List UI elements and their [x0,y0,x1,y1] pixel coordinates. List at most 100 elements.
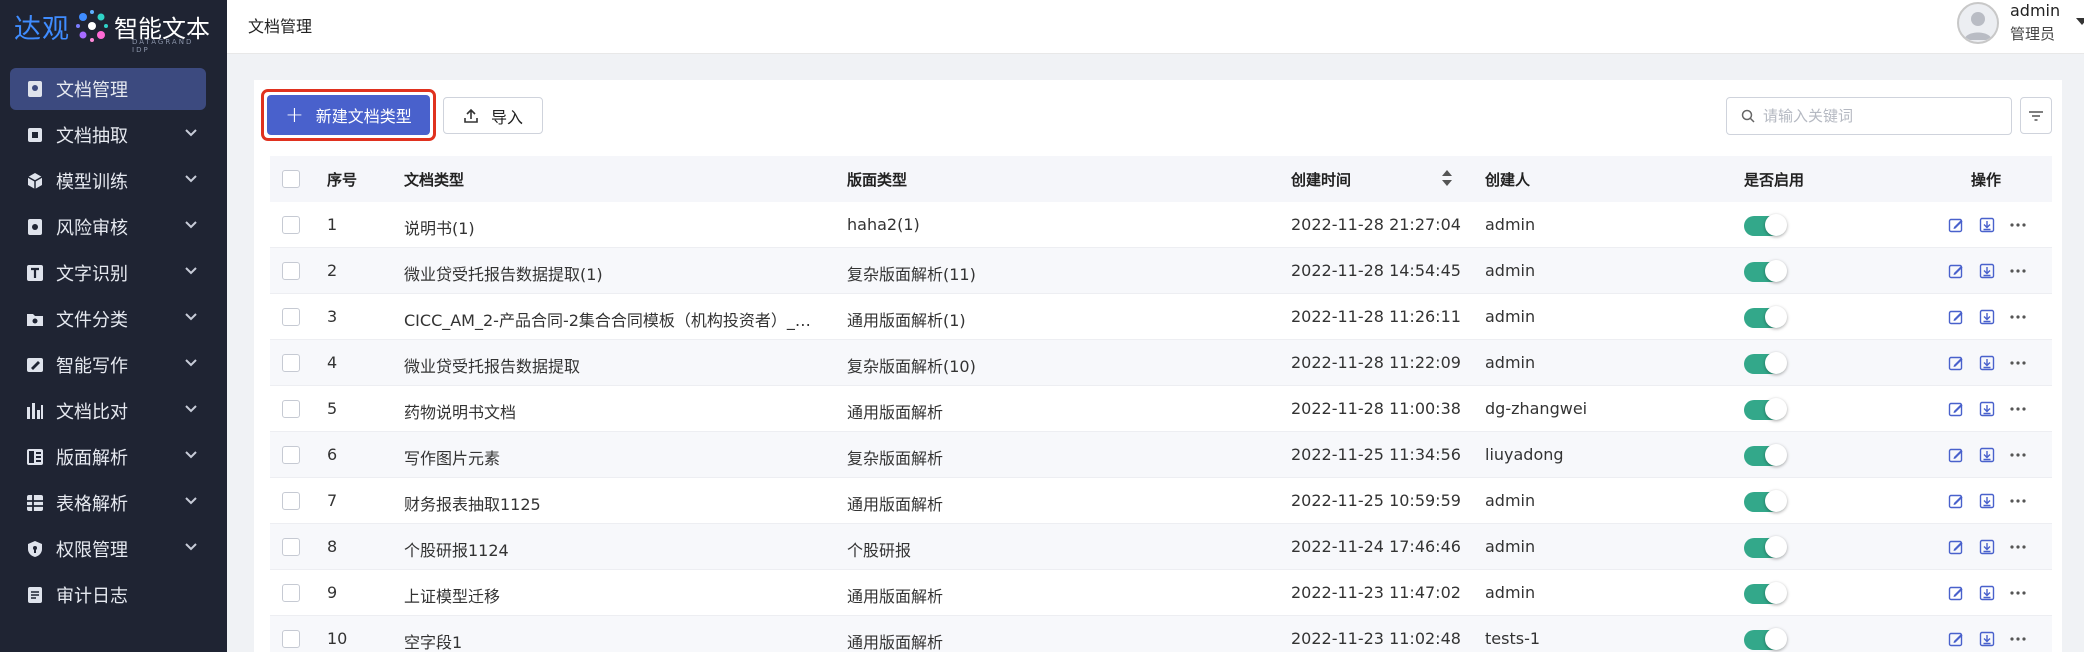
enabled-toggle[interactable] [1744,582,1787,604]
edit-icon[interactable] [1946,491,1966,511]
row-checkbox[interactable] [282,538,300,556]
download-icon[interactable] [1977,445,1997,465]
sidebar-item-label: 风险审核 [56,218,128,239]
table-row: 8 个股研报1124 个股研报 2022-11-24 17:46:46 admin [270,524,2052,570]
row-checkbox[interactable] [282,584,300,602]
avatar[interactable] [1957,2,1999,44]
chevron-down-icon [185,129,197,137]
row-checkbox[interactable] [282,492,300,510]
toggle-knob [1765,444,1787,466]
sidebar-item-permission[interactable]: 权限管理 [10,528,206,570]
cell-created-time: 2022-11-23 11:47:02 [1291,583,1461,602]
cell-doc-type[interactable]: 财务报表抽取1125 [404,491,816,515]
more-icon[interactable] [2008,629,2028,649]
caret-down-icon[interactable] [2076,18,2084,25]
select-all-checkbox[interactable] [282,170,300,188]
cell-layout-type: haha2(1) [847,215,920,234]
row-checkbox[interactable] [282,446,300,464]
row-checkbox[interactable] [282,262,300,280]
cell-doc-type[interactable]: 个股研报1124 [404,537,816,561]
sidebar-item-doc-manage[interactable]: 文档管理 [10,68,206,110]
download-icon[interactable] [1977,491,1997,511]
user-name[interactable]: admin [2010,1,2060,20]
edit-icon[interactable] [1946,445,1966,465]
cell-doc-type[interactable]: 写作图片元素 [404,445,816,469]
edit-icon[interactable] [1946,583,1966,603]
edit-icon[interactable] [1946,353,1966,373]
sort-icon[interactable] [1441,168,1453,188]
cell-layout-type: 通用版面解析 [847,495,944,514]
row-checkbox[interactable] [282,354,300,372]
enabled-toggle[interactable] [1744,352,1787,374]
download-icon[interactable] [1977,261,1997,281]
download-icon[interactable] [1977,583,1997,603]
cell-doc-type[interactable]: 说明书(1) [404,215,816,239]
edit-icon[interactable] [1946,307,1966,327]
sidebar-item-text-recognition[interactable]: 文字识别 [10,252,206,294]
sidebar-item-label: 权限管理 [56,540,128,561]
more-icon[interactable] [2008,399,2028,419]
logo: 达观 智能文本 DATAGRAND IDP [14,4,214,54]
download-icon[interactable] [1977,537,1997,557]
new-doc-type-button[interactable]: + 新建文档类型 [267,95,430,135]
enabled-toggle[interactable] [1744,490,1787,512]
more-icon[interactable] [2008,353,2028,373]
cell-doc-type[interactable]: 药物说明书文档 [404,399,816,423]
sidebar-item-layout-parse[interactable]: 版面解析 [10,436,206,478]
top-bar: 文档管理 admin 管理员 [227,0,2084,54]
sidebar-item-table-parse[interactable]: 表格解析 [10,482,206,524]
download-icon[interactable] [1977,353,1997,373]
sidebar-item-audit-log[interactable]: 审计日志 [10,574,206,616]
enabled-toggle[interactable] [1744,536,1787,558]
sidebar-item-model-training[interactable]: 模型训练 [10,160,206,202]
edit-icon[interactable] [1946,629,1966,649]
download-icon[interactable] [1977,307,1997,327]
enabled-toggle[interactable] [1744,398,1787,420]
cell-doc-type[interactable]: 上证模型迁移 [404,583,816,607]
more-icon[interactable] [2008,445,2028,465]
more-icon[interactable] [2008,261,2028,281]
filter-icon [2029,110,2043,121]
search-input[interactable] [1763,107,2003,125]
col-header-created-time[interactable]: 创建时间 [1291,169,1351,190]
enabled-toggle[interactable] [1744,260,1787,282]
filter-button[interactable] [2020,97,2052,134]
row-checkbox[interactable] [282,216,300,234]
cell-doc-type[interactable]: 微业贷受托报告数据提取(1) [404,261,816,285]
text-recognition-icon [24,262,46,284]
download-icon[interactable] [1977,399,1997,419]
import-button[interactable]: 导入 [443,97,543,134]
cell-doc-type[interactable]: 微业贷受托报告数据提取 [404,353,816,377]
cell-creator: admin [1485,583,1536,602]
more-icon[interactable] [2008,215,2028,235]
sidebar-item-doc-extract[interactable]: 文档抽取 [10,114,206,156]
edit-icon[interactable] [1946,399,1966,419]
chevron-down-icon [185,405,197,413]
enabled-toggle[interactable] [1744,214,1787,236]
more-icon[interactable] [2008,583,2028,603]
sidebar-item-smart-writing[interactable]: 智能写作 [10,344,206,386]
cell-doc-type[interactable]: CICC_AM_2-产品合同-2集合合同模板（机构投资者）_2... [404,307,816,331]
cube-icon [24,170,46,192]
download-icon[interactable] [1977,215,1997,235]
enabled-toggle[interactable] [1744,444,1787,466]
more-icon[interactable] [2008,307,2028,327]
sidebar-item-risk-review[interactable]: 风险审核 [10,206,206,248]
edit-icon[interactable] [1946,261,1966,281]
cell-doc-type[interactable]: 空字段1 [404,629,816,652]
row-checkbox[interactable] [282,308,300,326]
cell-creator: admin [1485,491,1536,510]
more-icon[interactable] [2008,537,2028,557]
row-checkbox[interactable] [282,630,300,648]
enabled-toggle[interactable] [1744,306,1787,328]
sidebar-item-file-classify[interactable]: 文件分类 [10,298,206,340]
edit-icon[interactable] [1946,537,1966,557]
enabled-toggle[interactable] [1744,628,1787,650]
more-icon[interactable] [2008,491,2028,511]
document-manage-icon [24,78,46,100]
chevron-down-icon [185,267,197,275]
edit-icon[interactable] [1946,215,1966,235]
sidebar-item-doc-compare[interactable]: 文档比对 [10,390,206,432]
row-checkbox[interactable] [282,400,300,418]
download-icon[interactable] [1977,629,1997,649]
